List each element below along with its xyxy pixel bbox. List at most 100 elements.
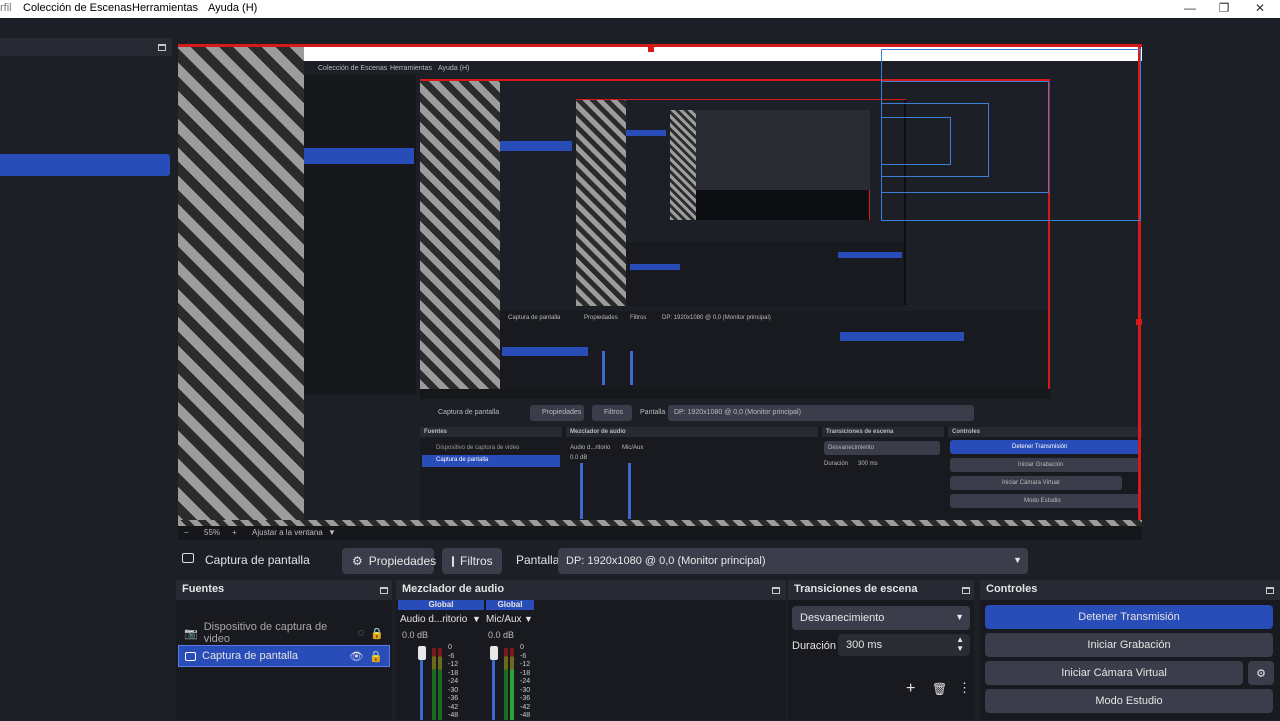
nested-zoombar (420, 389, 1050, 399)
menu-tools[interactable]: Herramientas (132, 2, 198, 14)
mixer-body: Global Global Audio d...ritorio ▼ Mic/Au… (396, 600, 786, 720)
chevron-down-icon[interactable]: ▼ (524, 614, 533, 624)
nested-duration-value: 300 ms (858, 461, 878, 467)
chevron-down-icon[interactable]: ▼ (472, 614, 481, 624)
nested-context-source: Captura de pantalla (438, 409, 500, 416)
preview-stripes (178, 47, 304, 526)
channel2-name[interactable]: Mic/Aux (486, 614, 522, 625)
channel2-meter-r (510, 648, 514, 720)
display-select[interactable]: DP: 1920x1080 @ 0,0 (Monitor principal) … (558, 548, 1028, 574)
scene-item-selected[interactable] (0, 154, 170, 176)
zoom-in-button[interactable]: + (232, 528, 237, 537)
more-options-icon[interactable]: ⋮ (958, 680, 971, 696)
zoom-out-button[interactable]: − (184, 528, 189, 537)
mixer-dock-header: Mezclador de audio (396, 580, 786, 600)
nested-duration-label: Duración (824, 461, 849, 467)
virtual-camera-settings-button[interactable]: ⚙ (1248, 661, 1274, 685)
eye-icon[interactable]: 👁 (349, 650, 363, 663)
transitions-dock-header: Transiciones de escena (788, 580, 974, 600)
transitions-dock: Transiciones de escena Desvanecimiento ▼… (788, 580, 974, 720)
fit-window-label[interactable]: Ajustar a la ventana (252, 528, 323, 537)
nested-left-dock (304, 75, 416, 395)
channel1-db: 0.0 dB (402, 630, 429, 640)
eye-off-icon[interactable]: ◌ (358, 627, 365, 639)
nested-trans-select: Desvanecimiento (824, 441, 940, 455)
nested2-stop-btn (840, 332, 964, 341)
maximize-icon[interactable]: ❐ (1212, 1, 1236, 15)
sources-list: 📷 Dispositivo de captura de video ◌ 🔒 Ca… (176, 600, 392, 720)
duration-input[interactable]: 300 ms ▲ ▼ (838, 634, 970, 656)
nested2-stripes (576, 100, 626, 306)
mixer-title: Mezclador de audio (402, 583, 505, 595)
nested3 (626, 100, 904, 242)
transition-select[interactable]: Desvanecimiento ▼ (792, 606, 970, 630)
nested2-slider-2 (630, 351, 633, 385)
add-icon[interactable]: + (906, 680, 915, 698)
properties-label: Propiedades (368, 554, 437, 568)
transition-value: Desvanecimiento (800, 612, 885, 624)
nested-props-btn: Propiedades (530, 405, 584, 421)
transitions-title: Transiciones de escena (794, 583, 918, 595)
source-item-screen-capture[interactable]: Captura de pantalla 👁 🔒 (178, 645, 390, 667)
source-label: Dispositivo de captura de video (203, 621, 328, 645)
channel2-volume-knob[interactable] (490, 646, 498, 660)
properties-button[interactable]: ⚙ Propiedades (342, 548, 437, 574)
lock-icon[interactable]: 🔒 (370, 627, 384, 640)
nested2-display-value: DP: 1920x1080 @ 0,0 (Monitor principal) (662, 315, 771, 321)
minimize-icon[interactable]: — (1178, 1, 1202, 15)
start-recording-button[interactable]: Iniciar Grabación (985, 633, 1273, 657)
context-bar: Captura de pantalla ⚙ Propiedades Filtro… (176, 545, 1280, 575)
channel2-meter-l (504, 648, 508, 720)
filters-button[interactable]: Filtros (442, 548, 502, 574)
nested3-stripes (670, 110, 696, 220)
nested-menu-help: Ayuda (H) (438, 65, 470, 72)
nested-src-2-row: Captura de pantalla (422, 455, 560, 467)
nested3-selected (626, 130, 666, 136)
nested-mixer-hdr: Mezclador de audio (566, 427, 818, 437)
menu-help[interactable]: Ayuda (H) (208, 2, 257, 14)
zoom-dropdown-icon[interactable]: ▼ (328, 528, 336, 537)
channel1-volume-knob[interactable] (418, 646, 426, 660)
resize-handle-right[interactable] (1136, 319, 1142, 325)
sources-title: Fuentes (182, 583, 225, 595)
filters-label: Filtros (460, 554, 493, 568)
studio-mode-button[interactable]: Modo Estudio (985, 689, 1273, 713)
nested2-scene-selected (500, 141, 572, 151)
float-dock-icon[interactable] (772, 587, 780, 594)
transitions-body: Desvanecimiento ▼ Duración 300 ms ▲ ▼ + 🗑… (788, 600, 974, 720)
nested-menu-tools: Herramientas (390, 65, 433, 72)
float-dock-icon[interactable] (158, 44, 166, 51)
float-dock-icon[interactable] (962, 587, 970, 594)
lock-icon[interactable]: 🔒 (369, 650, 383, 663)
nested-src-1: Dispositivo de captura de video (436, 445, 520, 451)
nested-display-select: DP: 1920x1080 @ 0,0 (Monitor principal) (668, 405, 974, 421)
bounding-box-4 (881, 117, 951, 165)
nested-virtual-cam: Iniciar Cámara Virtual (950, 476, 1122, 490)
channel1-scale: 0 -6 -12 -18 -24 -30 -36 -42 -48 (448, 644, 459, 719)
channel2-global-badge: Global (486, 600, 534, 610)
nested-context-bar: Captura de pantalla Propiedades Filtros … (420, 403, 1142, 423)
stop-streaming-button[interactable]: Detener Transmisión (985, 605, 1273, 629)
nested-trans-hdr: Transiciones de escena (822, 427, 944, 437)
trash-icon[interactable]: 🗑 (932, 682, 947, 696)
close-icon[interactable]: ✕ (1248, 1, 1272, 15)
channel1-name[interactable]: Audio d...ritorio (400, 614, 467, 625)
nested-stop-stream: Detener Transmisión (950, 440, 1140, 454)
menu-scene-collection[interactable]: Colección de Escenas (23, 2, 132, 14)
display-label: Pantalla (516, 553, 560, 567)
channel1-global-badge: Global (398, 600, 484, 610)
spinner-arrows-icon[interactable]: ▲ ▼ (956, 635, 964, 653)
source-item-video-capture[interactable]: 📷 Dispositivo de captura de video ◌ 🔒 (178, 621, 390, 645)
sources-dock: Fuentes 📷 Dispositivo de captura de vide… (176, 580, 392, 720)
float-dock-icon[interactable] (1266, 587, 1274, 594)
resize-handle-top[interactable] (648, 47, 654, 52)
start-virtual-camera-button[interactable]: Iniciar Cámara Virtual (985, 661, 1243, 685)
camera-icon: 📷 (184, 627, 198, 640)
preview-canvas[interactable]: Colección de Escenas Herramientas Ayuda … (178, 44, 1142, 526)
float-dock-icon[interactable] (380, 587, 388, 594)
controls-dock-header: Controles (980, 580, 1280, 600)
menu-profile-partial[interactable]: rfil (0, 2, 12, 14)
controls-dock: Controles Detener Transmisión Iniciar Gr… (980, 580, 1280, 720)
filter-icon (452, 555, 454, 567)
channel1-meter-r (438, 648, 442, 720)
